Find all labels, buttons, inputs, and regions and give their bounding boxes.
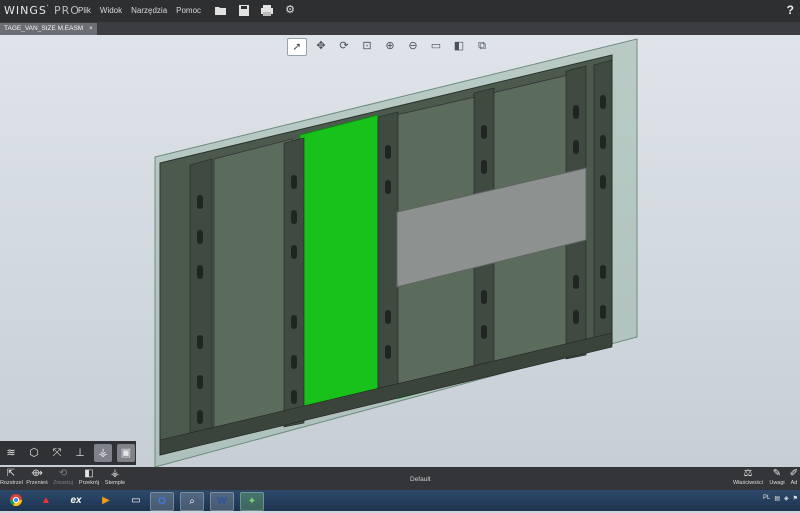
more-tool[interactable]: ✐ Ad (788, 468, 800, 486)
move-tool[interactable]: ⟴ Przenieś (26, 468, 48, 486)
tray-network-icon[interactable]: ▤ (774, 495, 780, 502)
document-tab-bar: TAGE_VAN_SIZE M.EASM × (0, 22, 800, 35)
section-tool-label: Przekrój (78, 480, 100, 486)
app-logo: WINGS' PRO (4, 4, 80, 17)
explode-icon[interactable]: ⤧ (48, 444, 66, 462)
display-mode-icon[interactable]: ▭ (427, 38, 445, 54)
stamp-tool-label: Stemple (104, 480, 126, 486)
cube-icon[interactable]: ⬡ (25, 444, 43, 462)
document-tab-label: TAGE_VAN_SIZE M.EASM (4, 25, 84, 32)
stamp-tool[interactable]: ⚶ Stemple (104, 468, 126, 486)
os-taskbar: ▲ ex ▶ ▭ O ⌕ W ✦ PL ▤ ◈ ⚑ (0, 490, 800, 511)
chrome-icon[interactable] (5, 492, 27, 509)
highlighted-panel (299, 114, 379, 418)
view-name-status: Default (410, 476, 431, 483)
section-tool[interactable]: ◧ Przekrój (78, 468, 100, 486)
help-button[interactable]: ? (787, 3, 794, 17)
tray-language[interactable]: PL (763, 495, 770, 502)
explode-tool-icon: ⇱ (6, 468, 16, 479)
notes-tool-icon: ✎ (772, 468, 782, 479)
reset-tool-icon: ⟲ (58, 468, 68, 479)
save-icon[interactable] (237, 4, 251, 17)
box-icon[interactable]: ▣ (117, 444, 135, 462)
more-tool-label: Ad (790, 480, 798, 486)
logo-suffix: PRO (54, 4, 80, 17)
left-tool-palette: ≋ ⬡ ⤧ ⊥ ⚶ ▣ (0, 441, 136, 465)
settings-icon[interactable]: ⚙ (283, 4, 297, 17)
media-player-icon[interactable]: ▶ (95, 492, 117, 509)
layers-icon[interactable]: ≋ (2, 444, 20, 462)
menu-view[interactable]: Widok (100, 6, 122, 15)
explode-tool[interactable]: ⇱ Rozstrzel (0, 468, 23, 486)
move-tool-icon: ⟴ (31, 468, 43, 479)
document-tab[interactable]: TAGE_VAN_SIZE M.EASM × (0, 23, 97, 35)
system-tray: PL ▤ ◈ ⚑ (763, 495, 798, 502)
section-icon[interactable]: ◧ (450, 38, 468, 54)
pin-icon[interactable]: ⊥ (71, 444, 89, 462)
properties-tool-label: Właściwości (733, 480, 763, 486)
main-toolbar: ⚙ (214, 4, 297, 17)
word-icon[interactable]: W (210, 492, 234, 511)
main-menu: Plik Widok Narzędzia Pomoc (78, 6, 201, 15)
logo-text: WINGS (4, 4, 47, 17)
zoom-area-icon[interactable]: ⊡ (358, 38, 376, 54)
door-panel-1 (213, 138, 293, 439)
pan-icon[interactable]: ✥ (312, 38, 330, 54)
wings-app-icon[interactable]: ✦ (240, 492, 264, 511)
menu-help[interactable]: Pomoc (176, 6, 201, 15)
reset-tool[interactable]: ⟲ Zresetuj (52, 468, 74, 486)
section-tool-icon: ◧ (84, 468, 94, 479)
bottom-toolbar: ⇱ Rozstrzel ⟴ Przenieś ⟲ Zresetuj ◧ Prze… (0, 467, 800, 490)
stamp-tool-icon[interactable]: ⚶ (94, 444, 112, 462)
menu-bar: WINGS' PRO Plik Widok Narzędzia Pomoc ⚙ … (0, 0, 800, 22)
move-tool-label: Przenieś (26, 480, 48, 486)
zoom-icon[interactable]: ⊖ (404, 38, 422, 54)
notes-tool[interactable]: ✎ Uwagi (766, 468, 788, 486)
outlook-icon[interactable]: O (150, 492, 174, 511)
view-toolbar: ➚ ✥ ⟳ ⊡ ⊕ ⊖ ▭ ◧ ⧉ (287, 38, 491, 56)
more-tool-icon: ✐ (789, 468, 799, 479)
rotate-icon[interactable]: ⟳ (335, 38, 353, 54)
menu-file[interactable]: Plik (78, 6, 91, 15)
monitor-icon[interactable]: ▭ (125, 492, 147, 509)
tray-flag-icon[interactable]: ⚑ (793, 495, 798, 502)
select-cursor-icon[interactable]: ➚ (287, 38, 307, 56)
properties-tool[interactable]: ⚖ Właściwości (733, 468, 763, 486)
acrobat-icon[interactable]: ▲ (35, 492, 57, 509)
stamp-tool-icon-bottom: ⚶ (110, 468, 120, 479)
search-app-icon[interactable]: ⌕ (180, 492, 204, 511)
open-folder-icon[interactable] (214, 4, 228, 17)
close-tab-icon[interactable]: × (89, 25, 93, 32)
explode-tool-label: Rozstrzel (0, 480, 23, 486)
zoom-fit-icon[interactable]: ⊕ (381, 38, 399, 54)
cabinet-3d-model[interactable] (0, 35, 800, 467)
tray-volume-icon[interactable]: ◈ (784, 495, 789, 502)
menu-tools[interactable]: Narzędzia (131, 6, 167, 15)
view-cube-icon[interactable]: ⧉ (473, 38, 491, 54)
properties-tool-icon: ⚖ (743, 468, 753, 479)
notes-tool-label: Uwagi (769, 480, 785, 486)
excel-icon[interactable]: ex (65, 492, 87, 509)
reset-tool-label: Zresetuj (53, 480, 73, 486)
print-icon[interactable] (260, 4, 274, 17)
